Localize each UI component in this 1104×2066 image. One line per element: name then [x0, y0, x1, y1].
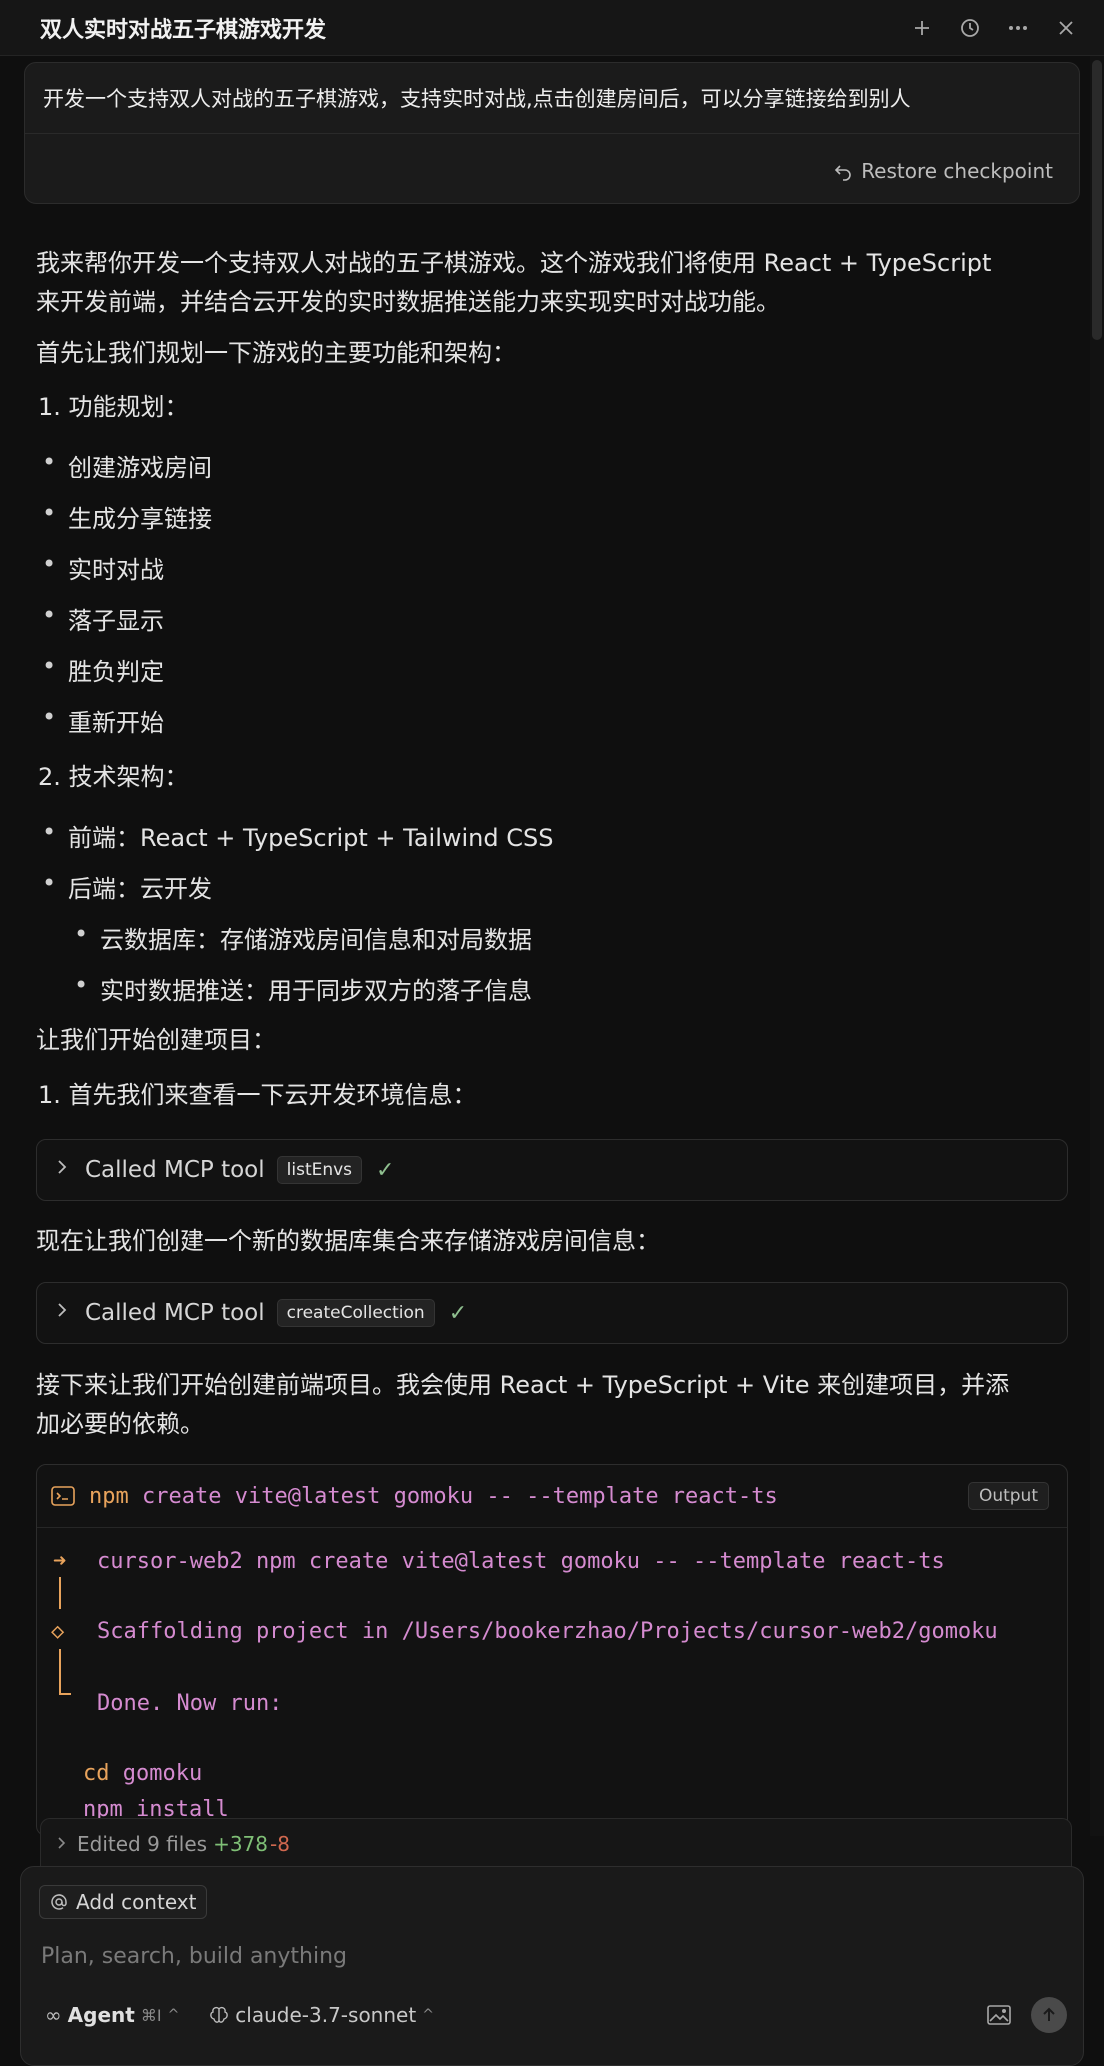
tool-call-label: Called MCP tool — [85, 1300, 265, 1326]
terminal-block[interactable]: npm create vite@latest gomoku -- --templ… — [36, 1464, 1068, 1836]
composer-actions — [987, 1997, 1067, 2033]
tool-call-create-collection[interactable]: Called MCP tool createCollection ✓ — [36, 1282, 1068, 1344]
lines-removed: -8 — [270, 1831, 290, 1856]
mode-selector[interactable]: ∞ Agent ⌘I ^ — [45, 2003, 179, 2027]
terminal-header: npm create vite@latest gomoku -- --templ… — [37, 1465, 1067, 1528]
model-label: claude-3.7-sonnet — [235, 2003, 417, 2027]
window-title: 双人实时对战五子棋游戏开发 — [40, 17, 327, 43]
command-args: create vite@latest gomoku -- --template … — [142, 1483, 778, 1509]
terminal-line: cd gomoku — [83, 1761, 202, 1786]
arrow-up-icon — [1043, 2007, 1055, 2021]
list-item: 前端：React + TypeScript + Tailwind CSS — [42, 818, 554, 853]
more-icon[interactable] — [1006, 16, 1030, 40]
restore-checkpoint-label: Restore checkpoint — [861, 159, 1053, 183]
chevron-right-icon — [55, 1157, 69, 1183]
list-item: 胜负判定 — [42, 652, 164, 687]
terminal-line: Scaffolding project in /Users/bookerzhao… — [97, 1619, 998, 1644]
frontend-intro-line-2: 加必要的依赖。 — [36, 1410, 204, 1438]
diamond-icon: ◇ — [51, 1619, 65, 1644]
composer-options: ∞ Agent ⌘I ^ claude-3.7-sonnet ^ — [45, 2003, 434, 2027]
terminal-line: cursor-web2 npm create vite@latest gomok… — [97, 1549, 945, 1574]
tree-line-end — [59, 1693, 71, 1695]
add-context-button[interactable]: Add context — [39, 1885, 208, 1919]
tree-line — [59, 1649, 61, 1693]
title-actions — [910, 0, 1078, 56]
check-icon: ✓ — [376, 1157, 395, 1183]
chat-input[interactable] — [39, 1937, 943, 1975]
edited-files-label: Edited 9 files — [77, 1831, 208, 1856]
model-selector[interactable]: claude-3.7-sonnet ^ — [209, 2003, 434, 2027]
list-item: 生成分享链接 — [42, 499, 212, 534]
plan-intro: 首先让我们规划一下游戏的主要功能和架构： — [36, 339, 516, 367]
prompt-arrow-icon: ➜ — [53, 1549, 67, 1574]
tree-line — [59, 1577, 61, 1609]
section-heading-architecture: 2. 技术架构： — [38, 763, 189, 791]
at-icon — [51, 1894, 67, 1910]
terminal-command: npm create vite@latest gomoku -- --templ… — [89, 1484, 778, 1509]
user-message[interactable]: 开发一个支持双人对战的五子棋游戏，支持实时对战,点击创建房间后，可以分享链接给到… — [24, 62, 1080, 204]
divider — [25, 133, 1079, 134]
history-icon[interactable] — [958, 16, 982, 40]
list-item: 重新开始 — [42, 703, 164, 738]
cd-argument: gomoku — [122, 1761, 203, 1786]
add-context-label: Add context — [76, 1890, 197, 1914]
lines-added: +378 — [213, 1831, 268, 1856]
intro-line-1: 我来帮你开发一个支持双人对战的五子棋游戏。这个游戏我们将使用 React + T… — [36, 249, 992, 277]
list-item: 后端：云开发 — [42, 869, 212, 904]
step-1-text: 1. 首先我们来查看一下云开发环境信息： — [38, 1081, 477, 1109]
check-icon: ✓ — [448, 1300, 468, 1326]
list-item: 实时对战 — [42, 550, 164, 585]
user-message-text: 开发一个支持双人对战的五子棋游戏，支持实时对战,点击创建房间后，可以分享链接给到… — [43, 87, 911, 111]
infinity-icon: ∞ — [45, 2003, 62, 2027]
mode-label: Agent — [67, 2003, 135, 2027]
frontend-intro-line-1: 接下来让我们开始创建前端项目。我会使用 React + TypeScript +… — [36, 1371, 1010, 1399]
title-bar: 双人实时对战五子棋游戏开发 — [0, 0, 1104, 56]
tool-name-badge: listEnvs — [276, 1156, 363, 1184]
section-heading-features: 1. 功能规划： — [38, 393, 189, 421]
chevron-right-icon — [55, 1300, 69, 1326]
list-item: 落子显示 — [42, 601, 164, 636]
composer: Add context ∞ Agent ⌘I ^ claude-3.7-sonn… — [20, 1866, 1084, 2066]
terminal-line: Done. Now run: — [97, 1691, 283, 1716]
scrollbar-thumb[interactable] — [1092, 60, 1102, 340]
start-project-text: 让我们开始创建项目： — [36, 1026, 276, 1054]
list-item: 实时数据推送：用于同步双方的落子信息 — [74, 971, 532, 1006]
tool-call-list-envs[interactable]: Called MCP tool listEnvs ✓ — [36, 1139, 1068, 1201]
image-icon[interactable] — [987, 2003, 1011, 2027]
terminal-icon — [51, 1486, 75, 1506]
restore-checkpoint-button[interactable]: Restore checkpoint — [833, 159, 1053, 183]
edited-files-bar[interactable]: Edited 9 files +378 -8 — [40, 1818, 1072, 1868]
chevron-right-icon — [57, 1832, 67, 1856]
chevron-up-icon: ^ — [422, 2007, 434, 2023]
intro-line-2: 来开发前端，并结合云开发的实时数据推送能力来实现实时对战功能。 — [36, 288, 780, 316]
undo-icon — [835, 165, 851, 181]
list-item: 云数据库：存储游戏房间信息和对局数据 — [74, 920, 532, 955]
mode-shortcut: ⌘I — [140, 2005, 162, 2025]
tool-call-label: Called MCP tool — [85, 1157, 265, 1183]
collection-intro-text: 现在让我们创建一个新的数据库集合来存储游戏房间信息： — [36, 1227, 660, 1255]
brain-icon — [210, 2006, 229, 2023]
output-button[interactable]: Output — [967, 1482, 1049, 1510]
send-button[interactable] — [1031, 1997, 1067, 2033]
tool-name-badge: createCollection — [276, 1299, 435, 1327]
command-program: npm — [89, 1483, 129, 1509]
cd-command: cd — [83, 1761, 110, 1786]
close-icon[interactable] — [1054, 16, 1078, 40]
plus-icon[interactable] — [910, 16, 934, 40]
chevron-up-icon: ^ — [167, 2007, 180, 2023]
list-item: 创建游戏房间 — [42, 448, 212, 483]
